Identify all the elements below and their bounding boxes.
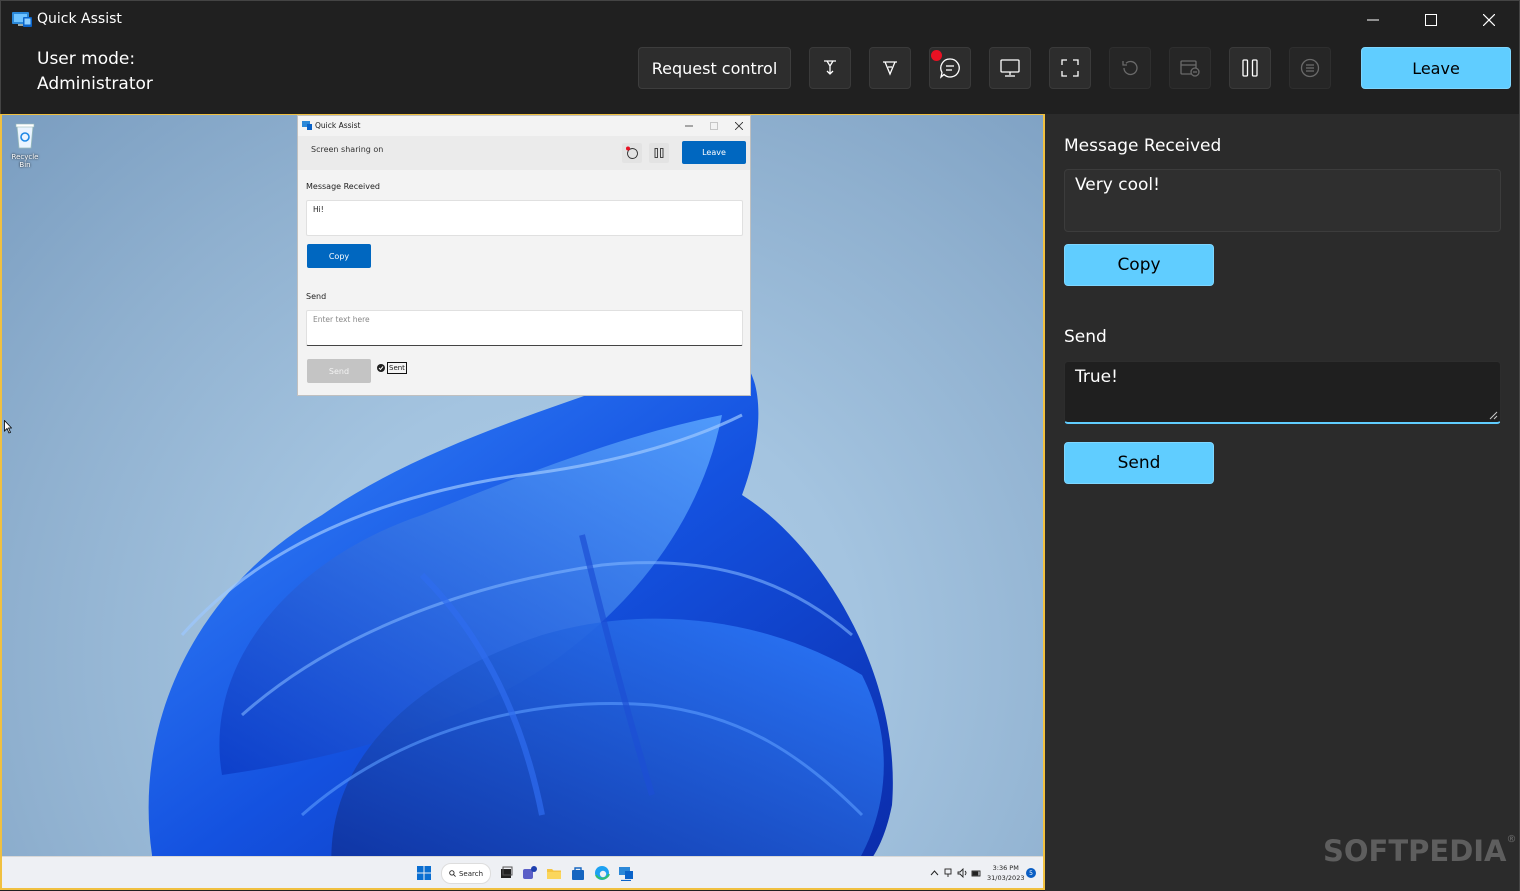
remote-app-icon — [302, 121, 312, 130]
remote-maximize-icon[interactable] — [710, 122, 718, 130]
send-label: Send — [1064, 327, 1107, 347]
user-mode: User mode: Administrator — [37, 47, 153, 97]
task-manager-button[interactable] — [1169, 47, 1211, 89]
remote-leave-button[interactable]: Leave — [682, 141, 746, 164]
maximize-button[interactable] — [1402, 1, 1460, 39]
chevron-up-icon[interactable] — [930, 869, 939, 876]
remote-pause-button[interactable] — [649, 143, 669, 163]
maximize-icon — [1425, 14, 1437, 26]
remote-send-button[interactable]: Send — [307, 359, 371, 383]
fullscreen-icon — [1061, 59, 1079, 77]
softpedia-watermark: SOFTPEDIA® — [1323, 834, 1517, 868]
remote-message-received-label: Message Received — [306, 182, 381, 191]
taskbar-time: 3:36 PM — [992, 864, 1019, 872]
registered-mark: ® — [1506, 834, 1517, 845]
volume-icon[interactable] — [957, 868, 968, 878]
remote-chat-button[interactable] — [622, 143, 642, 163]
recycle-bin[interactable]: Recycle Bin — [8, 121, 42, 169]
remote-quick-assist-window[interactable]: Quick Assist Screen sharing on Leave Mes… — [297, 115, 751, 396]
close-button[interactable] — [1460, 1, 1518, 39]
taskbar-quick-assist-icon[interactable] — [618, 865, 634, 881]
teams-chat-icon[interactable] — [522, 865, 538, 881]
task-manager-icon — [1180, 60, 1200, 77]
check-circle-icon — [377, 364, 385, 372]
remote-screen-view[interactable]: Recycle Bin Quick Assist Screen sharing … — [0, 114, 1045, 890]
message-received-label: Message Received — [1064, 136, 1222, 156]
select-monitor-button[interactable] — [989, 47, 1031, 89]
notification-badge[interactable]: 5 — [1026, 868, 1036, 878]
annotate-icon — [883, 61, 897, 76]
chat-panel: Message Received Very cool! Copy Send Tr… — [1045, 114, 1520, 891]
resize-grip-icon[interactable] — [1489, 411, 1498, 420]
taskbar-clock[interactable]: 3:36 PM 31/03/2023 — [987, 863, 1024, 883]
battery-icon[interactable] — [971, 868, 982, 878]
store-icon[interactable] — [570, 865, 586, 881]
start-icon[interactable] — [416, 865, 432, 881]
task-view-icon[interactable] — [498, 865, 514, 881]
fullscreen-button[interactable] — [1049, 47, 1091, 89]
softpedia-watermark-text: SOFTPEDIA — [1323, 834, 1507, 868]
remote-chat-icon — [626, 146, 638, 159]
remote-send-input[interactable]: Enter text here — [306, 310, 743, 346]
pause-button[interactable] — [1229, 47, 1271, 89]
recycle-bin-icon — [15, 123, 35, 149]
remote-pause-icon — [654, 148, 664, 158]
user-mode-value: Administrator — [37, 74, 153, 94]
restart-button[interactable] — [1109, 47, 1151, 89]
remote-window-header: Screen sharing on Leave — [298, 136, 750, 170]
details-button[interactable] — [1289, 47, 1331, 89]
details-icon — [1300, 58, 1320, 78]
remote-sharing-status: Screen sharing on — [311, 145, 384, 154]
pause-icon — [1242, 59, 1258, 77]
remote-window-title-bar: Quick Assist — [298, 116, 750, 136]
chat-icon — [939, 58, 960, 79]
remote-copy-button[interactable]: Copy — [307, 244, 371, 268]
laser-pointer-icon — [824, 60, 836, 75]
restart-icon — [1122, 60, 1138, 76]
request-control-button[interactable]: Request control — [638, 47, 791, 89]
taskbar-search-label: Search — [458, 869, 484, 878]
leave-button[interactable]: Leave — [1361, 47, 1511, 89]
minimize-button[interactable] — [1344, 1, 1402, 39]
copy-button[interactable]: Copy — [1064, 244, 1214, 286]
remote-sent-text: Sent — [387, 362, 407, 374]
message-received-box: Very cool! — [1064, 169, 1501, 232]
remote-window-title: Quick Assist — [315, 121, 361, 130]
remote-taskbar: Search 3:36 PM 31/03/2023 5 — [2, 856, 1043, 888]
send-message-input[interactable]: True! — [1064, 361, 1501, 424]
chat-notification-dot — [931, 50, 942, 61]
minimize-icon — [1367, 19, 1379, 21]
remote-close-icon[interactable] — [735, 122, 743, 130]
window-title: Quick Assist — [37, 11, 122, 27]
search-icon — [449, 870, 456, 877]
recycle-bin-label: Recycle Bin — [11, 153, 39, 169]
annotate-button[interactable] — [869, 47, 911, 89]
chat-button[interactable] — [929, 47, 971, 89]
laser-pointer-button[interactable] — [809, 47, 851, 89]
select-monitor-icon — [1000, 59, 1020, 77]
remote-message-received-box: Hi! — [306, 200, 743, 236]
quick-assist-app-icon — [12, 11, 32, 28]
toolbar: User mode: Administrator Request control — [0, 38, 1520, 114]
taskbar-search[interactable]: Search — [441, 863, 491, 884]
user-mode-label: User mode: — [37, 49, 136, 69]
close-icon — [1483, 14, 1495, 26]
remote-sent-indicator: Sent — [377, 362, 407, 374]
title-bar: Quick Assist — [0, 0, 1520, 38]
taskbar-date: 31/03/2023 — [987, 874, 1025, 882]
mouse-cursor-icon — [4, 420, 12, 434]
file-explorer-icon[interactable] — [546, 865, 562, 881]
remote-minimize-icon[interactable] — [685, 122, 693, 130]
remote-send-label: Send — [306, 292, 327, 301]
network-icon[interactable] — [944, 868, 954, 878]
edge-icon[interactable] — [594, 865, 610, 881]
send-button[interactable]: Send — [1064, 442, 1214, 484]
send-message-text: True! — [1075, 367, 1118, 387]
